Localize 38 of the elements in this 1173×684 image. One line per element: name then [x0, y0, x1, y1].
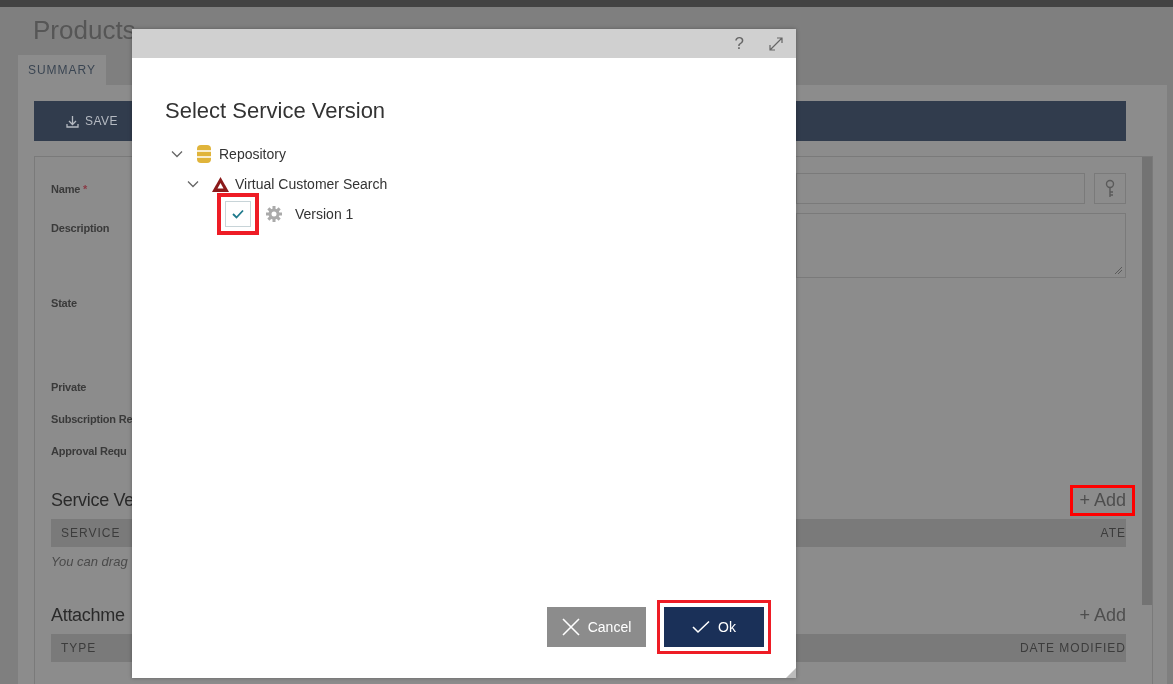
dialog-title: Select Service Version: [165, 97, 387, 125]
save-button[interactable]: SAVE: [66, 114, 119, 128]
tree-item[interactable]: Virtual Customer Search: [235, 176, 388, 192]
field-label: Subscription Re: [51, 413, 133, 425]
ok-button[interactable]: Ok: [664, 607, 764, 647]
resize-grip-icon: [1114, 266, 1123, 275]
chevron-icon[interactable]: [171, 150, 183, 158]
field-label: Approval Requ: [51, 445, 127, 457]
gear-icon: [266, 206, 282, 222]
input-field[interactable]: [796, 173, 1085, 204]
column-header: SERVICE: [60, 525, 122, 542]
triangle-icon: [211, 176, 229, 192]
column-header: DATE MODIFIED: [1018, 640, 1126, 657]
chevron-icon[interactable]: [187, 180, 199, 188]
download-icon: [66, 114, 79, 128]
field-label: State: [51, 297, 77, 309]
expand-icon: [768, 35, 784, 52]
expand-button[interactable]: [768, 35, 784, 52]
column-header: TYPE: [60, 640, 98, 657]
key-button[interactable]: [1094, 173, 1126, 204]
field-label: Name *: [51, 182, 88, 195]
database-icon: [197, 145, 211, 163]
check-icon: [232, 209, 244, 219]
hint-text: You can drag: [51, 553, 129, 571]
field-label: Private: [51, 381, 87, 393]
resize-grip-icon: [786, 668, 796, 678]
cancel-button[interactable]: Cancel: [547, 607, 646, 647]
help-button[interactable]: ?: [734, 33, 744, 54]
checkbox[interactable]: [225, 201, 251, 227]
tab[interactable]: SUMMARY: [18, 55, 106, 85]
field-label: Description: [51, 222, 110, 234]
key-icon: [1104, 178, 1116, 199]
check-icon: [692, 620, 711, 634]
section-heading: Attachme: [51, 604, 125, 626]
tree-item[interactable]: Repository: [219, 146, 286, 162]
column-header: ATE: [1099, 525, 1126, 542]
tree-item[interactable]: Version 1: [295, 206, 354, 222]
close-icon: [561, 618, 580, 636]
